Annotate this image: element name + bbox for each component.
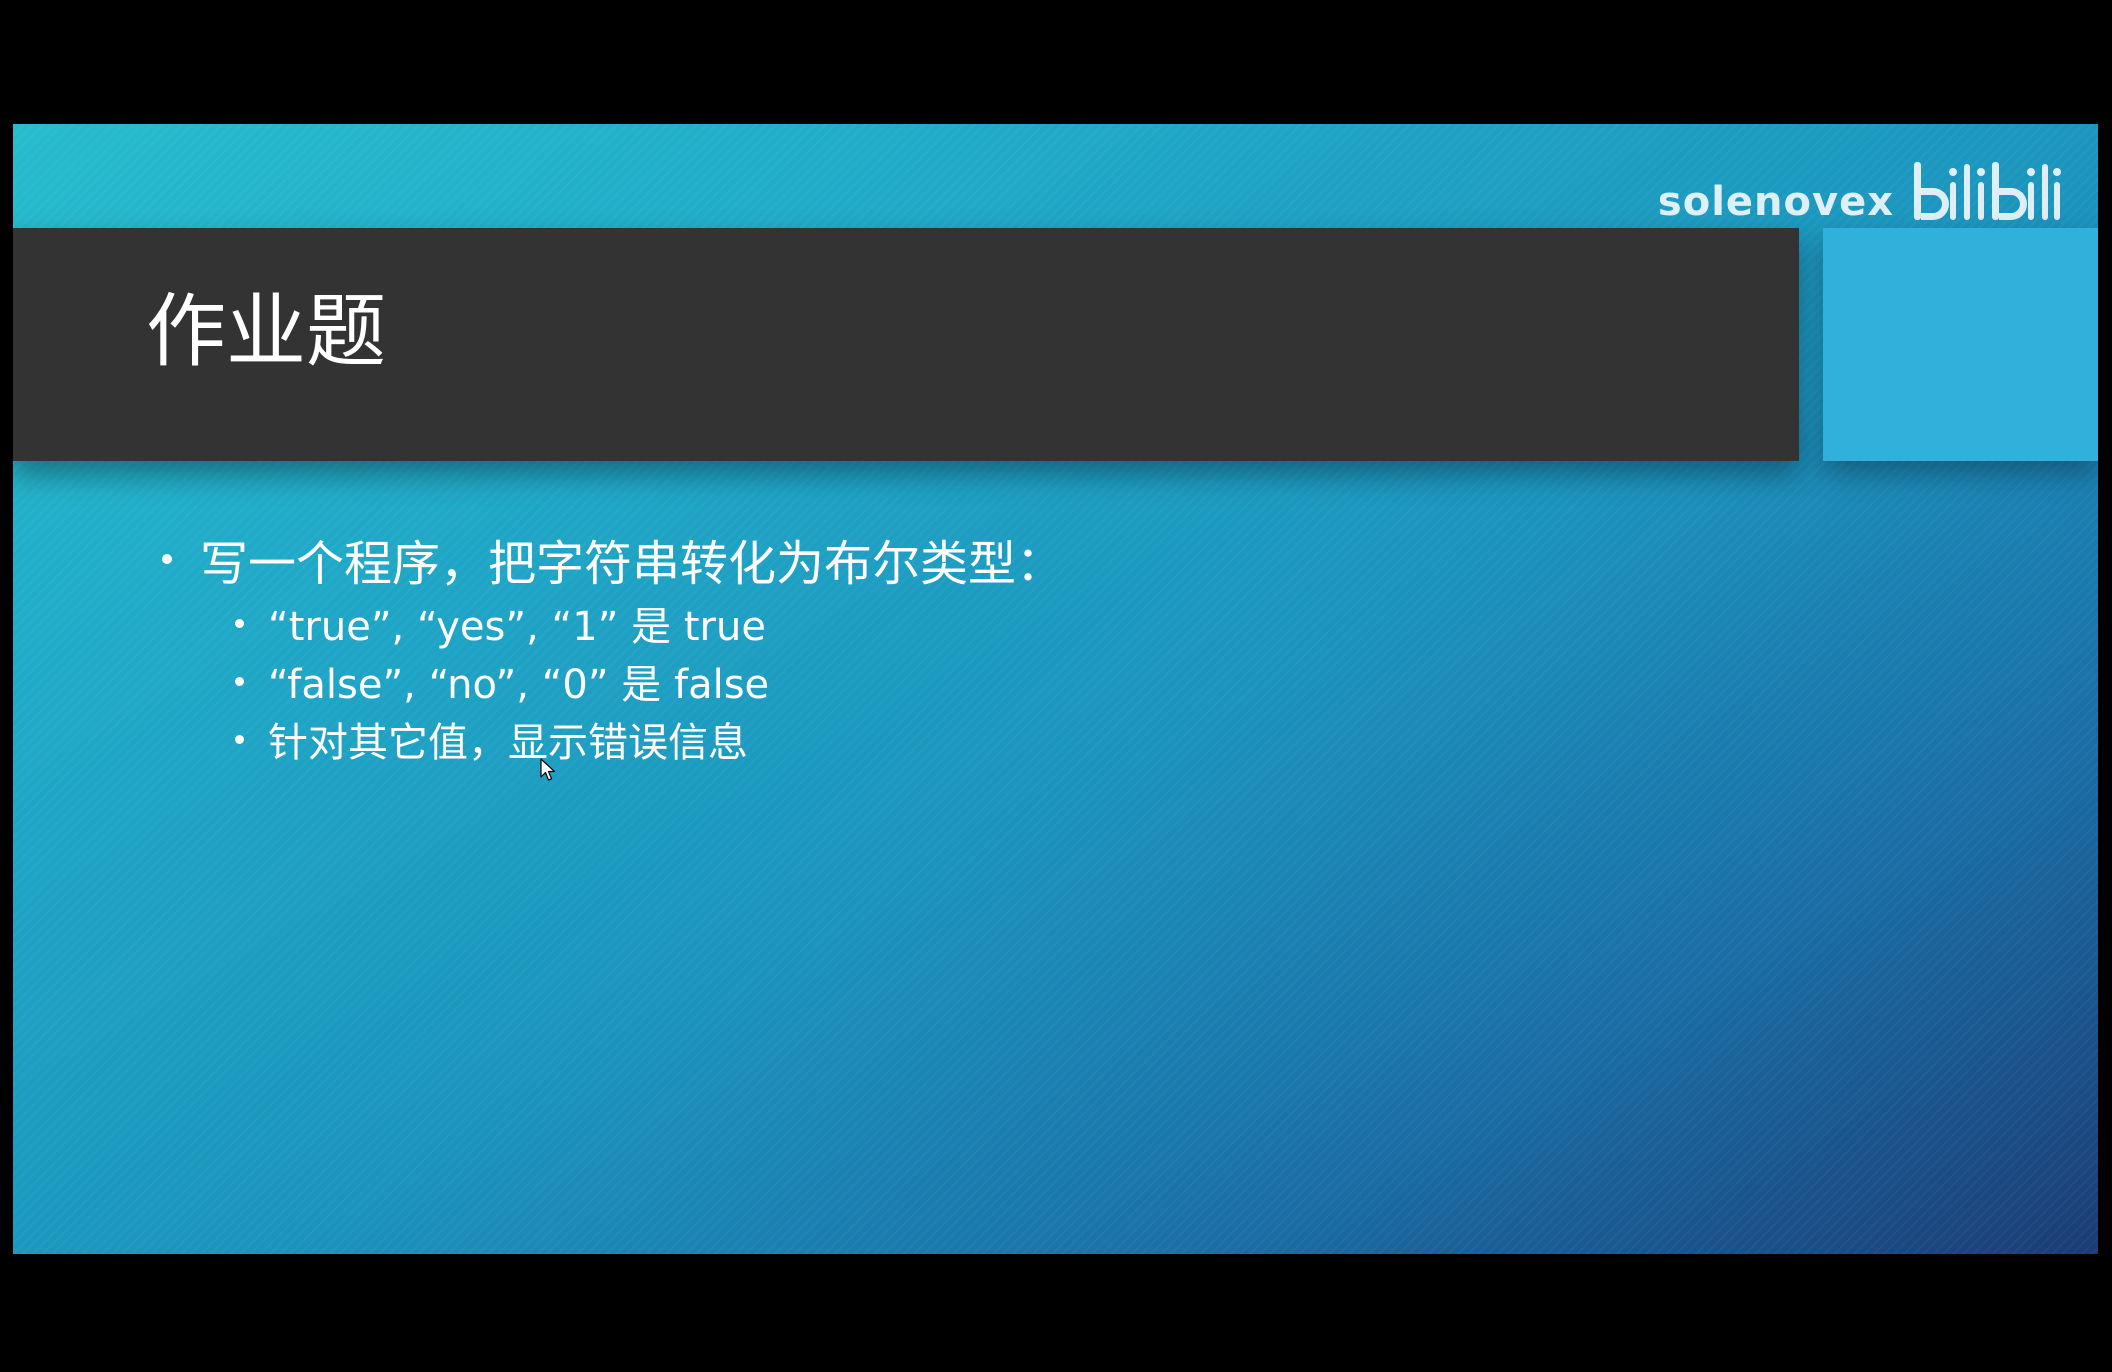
sub-bullet-text: 针对其它值，显示错误信息 (268, 720, 748, 766)
bullet-dot (235, 676, 244, 686)
sub-bullet-text: “false”, “no”, “0” 是 false (268, 662, 770, 708)
sub-bullet-text: “true”, “yes”, “1” 是 true (268, 604, 766, 650)
screen: solenovex 作业题 写一个程序，把字符串转化为布尔类型： “true”,… (0, 0, 2112, 1372)
slide-content: 写一个程序，把字符串转化为布尔类型： “true”, “yes”, “1” 是 … (145, 524, 1064, 768)
watermark-username: solenovex (1657, 179, 1894, 225)
mouse-cursor-icon (540, 758, 556, 781)
sub-bullet-item: 针对其它值，显示错误信息 (223, 710, 1064, 768)
sub-bullet-item: “false”, “no”, “0” 是 false (223, 652, 1064, 710)
bullet-text: 写一个程序，把字符串转化为布尔类型： (200, 536, 1065, 592)
bilibili-logo (1914, 162, 2061, 220)
title-bar: 作业题 (13, 228, 1799, 461)
bullet-dot (162, 554, 172, 564)
presentation-slide: solenovex 作业题 写一个程序，把字符串转化为布尔类型： “true”,… (13, 124, 2098, 1254)
bullet-dot (235, 618, 244, 628)
accent-square (1823, 228, 2098, 461)
slide-title: 作业题 (146, 285, 386, 378)
sub-bullet-item: “true”, “yes”, “1” 是 true (223, 594, 1064, 652)
watermark: solenovex (1658, 158, 2062, 226)
bullet-dot (235, 734, 244, 744)
bullet-item: 写一个程序，把字符串转化为布尔类型： (145, 524, 1064, 594)
